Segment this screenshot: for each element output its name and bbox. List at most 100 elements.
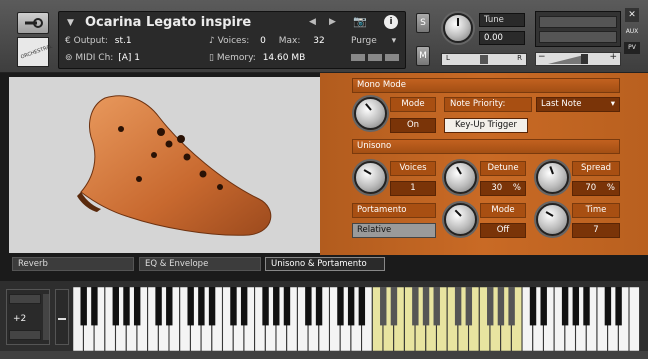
- black-key[interactable]: [615, 287, 622, 326]
- black-key[interactable]: [380, 287, 387, 326]
- octave-up-button[interactable]: [9, 294, 41, 304]
- white-key[interactable]: [629, 286, 640, 352]
- black-key[interactable]: [487, 287, 494, 326]
- tab-eq-envelope[interactable]: EQ & Envelope: [139, 257, 261, 271]
- info-icon[interactable]: i: [384, 15, 398, 29]
- pitch-wheel[interactable]: [55, 289, 69, 345]
- tab-unisono-portamento[interactable]: Unisono & Portamento: [265, 257, 385, 271]
- portamento-mode-value[interactable]: Off: [480, 223, 526, 238]
- black-key[interactable]: [412, 287, 419, 326]
- spread-knob[interactable]: [536, 161, 569, 194]
- portamento-section-label: Portamento: [352, 203, 436, 218]
- black-key[interactable]: [347, 287, 355, 326]
- pan-slider[interactable]: L R: [441, 53, 527, 66]
- collapse-arrow-icon[interactable]: ▼: [67, 18, 74, 28]
- black-key[interactable]: [604, 287, 612, 326]
- tune-knob[interactable]: [443, 13, 473, 43]
- black-key[interactable]: [561, 287, 569, 326]
- black-key[interactable]: [112, 287, 120, 326]
- aux-button[interactable]: AUX: [624, 28, 640, 40]
- black-key[interactable]: [208, 287, 216, 326]
- black-key[interactable]: [583, 287, 590, 326]
- key-up-trigger-button[interactable]: Key-Up Trigger: [444, 118, 528, 133]
- black-key[interactable]: [540, 287, 547, 326]
- note-priority-value: Last Note: [541, 99, 582, 109]
- black-key[interactable]: [198, 287, 205, 326]
- max-value[interactable]: 32: [313, 36, 324, 46]
- tab-reverb[interactable]: Reverb: [12, 257, 134, 271]
- pan-handle[interactable]: [480, 55, 488, 64]
- output-row[interactable]: € Output: st.1: [65, 36, 132, 46]
- midi-value[interactable]: [A] 1: [118, 53, 140, 63]
- black-key[interactable]: [572, 287, 580, 326]
- black-key[interactable]: [283, 287, 291, 326]
- black-key[interactable]: [133, 287, 141, 326]
- prev-instrument-icon[interactable]: ◀: [309, 17, 316, 27]
- black-key[interactable]: [230, 287, 237, 326]
- plus-icon: +: [609, 52, 617, 62]
- instrument-header: ORCHESTRAL ▼ Ocarina Legato inspire ◀ ▶ …: [0, 0, 648, 73]
- logo-text: ORCHESTRAL: [19, 43, 54, 61]
- black-key[interactable]: [508, 287, 515, 326]
- black-key[interactable]: [240, 287, 248, 326]
- black-key[interactable]: [454, 287, 462, 326]
- black-key[interactable]: [315, 287, 323, 326]
- mono-mode-knob[interactable]: [354, 97, 387, 130]
- portamento-time-value[interactable]: 7: [572, 223, 620, 238]
- black-key[interactable]: [91, 287, 98, 326]
- detune-knob[interactable]: [444, 161, 477, 194]
- midi-row[interactable]: ⊚ MIDI Ch: [A] 1: [65, 53, 140, 63]
- mute-button[interactable]: M: [416, 46, 430, 66]
- black-key[interactable]: [337, 287, 344, 326]
- mono-mode-value[interactable]: On: [390, 118, 436, 133]
- portamento-type-selector[interactable]: Relative: [352, 223, 436, 238]
- camera-icon[interactable]: 📷: [353, 15, 367, 28]
- mono-mode-label: Mode: [390, 97, 436, 112]
- black-key[interactable]: [497, 287, 505, 326]
- black-key[interactable]: [155, 287, 162, 326]
- unisono-voices-label: Voices: [390, 161, 436, 176]
- instrument-name[interactable]: Ocarina Legato inspire: [85, 15, 251, 30]
- instrument-image: [9, 77, 320, 253]
- black-key[interactable]: [273, 287, 280, 326]
- black-key[interactable]: [465, 287, 473, 326]
- black-key[interactable]: [262, 287, 269, 326]
- next-instrument-icon[interactable]: ▶: [329, 17, 336, 27]
- unisono-voices-value[interactable]: 1: [390, 181, 436, 196]
- portamento-time-knob[interactable]: [536, 203, 569, 236]
- unisono-section-label: Unisono: [352, 139, 620, 154]
- black-key[interactable]: [433, 287, 440, 326]
- black-key[interactable]: [358, 287, 366, 326]
- tune-area: Tune 0.00 L R: [441, 11, 527, 67]
- black-key[interactable]: [80, 287, 87, 326]
- black-key[interactable]: [529, 287, 537, 326]
- output-value[interactable]: st.1: [115, 36, 132, 46]
- piano-keyboard[interactable]: [72, 286, 640, 352]
- tune-value[interactable]: 0.00: [479, 31, 525, 45]
- black-key[interactable]: [305, 287, 312, 326]
- volume-handle[interactable]: [581, 54, 588, 64]
- spread-value-box[interactable]: 70 %: [572, 181, 620, 196]
- midi-icon: ⊚: [65, 53, 73, 63]
- solo-button[interactable]: S: [416, 13, 430, 33]
- note-priority-dropdown[interactable]: Last Note ▾: [536, 97, 620, 112]
- unisono-voices-knob[interactable]: [354, 161, 387, 194]
- close-icon[interactable]: ✕: [625, 8, 639, 22]
- memory-value: 14.60 MB: [262, 53, 306, 63]
- pv-button[interactable]: PV: [624, 42, 640, 54]
- portamento-mode-knob[interactable]: [444, 203, 477, 236]
- wrench-icon[interactable]: [17, 12, 49, 34]
- black-key[interactable]: [390, 287, 398, 326]
- black-key[interactable]: [123, 287, 130, 326]
- purge-dropdown[interactable]: Purge ▾: [351, 36, 396, 46]
- spread-value: 70: [585, 183, 597, 193]
- black-key[interactable]: [166, 287, 173, 326]
- black-key[interactable]: [187, 287, 194, 326]
- piano-keys[interactable]: [72, 286, 640, 352]
- mono-mode-section-label: Mono Mode: [352, 78, 620, 93]
- octave-down-button[interactable]: [9, 330, 41, 340]
- black-key[interactable]: [422, 287, 430, 326]
- volume-slider[interactable]: − +: [535, 52, 621, 66]
- mod-wheel[interactable]: [43, 294, 49, 340]
- detune-value-box[interactable]: 30 %: [480, 181, 526, 196]
